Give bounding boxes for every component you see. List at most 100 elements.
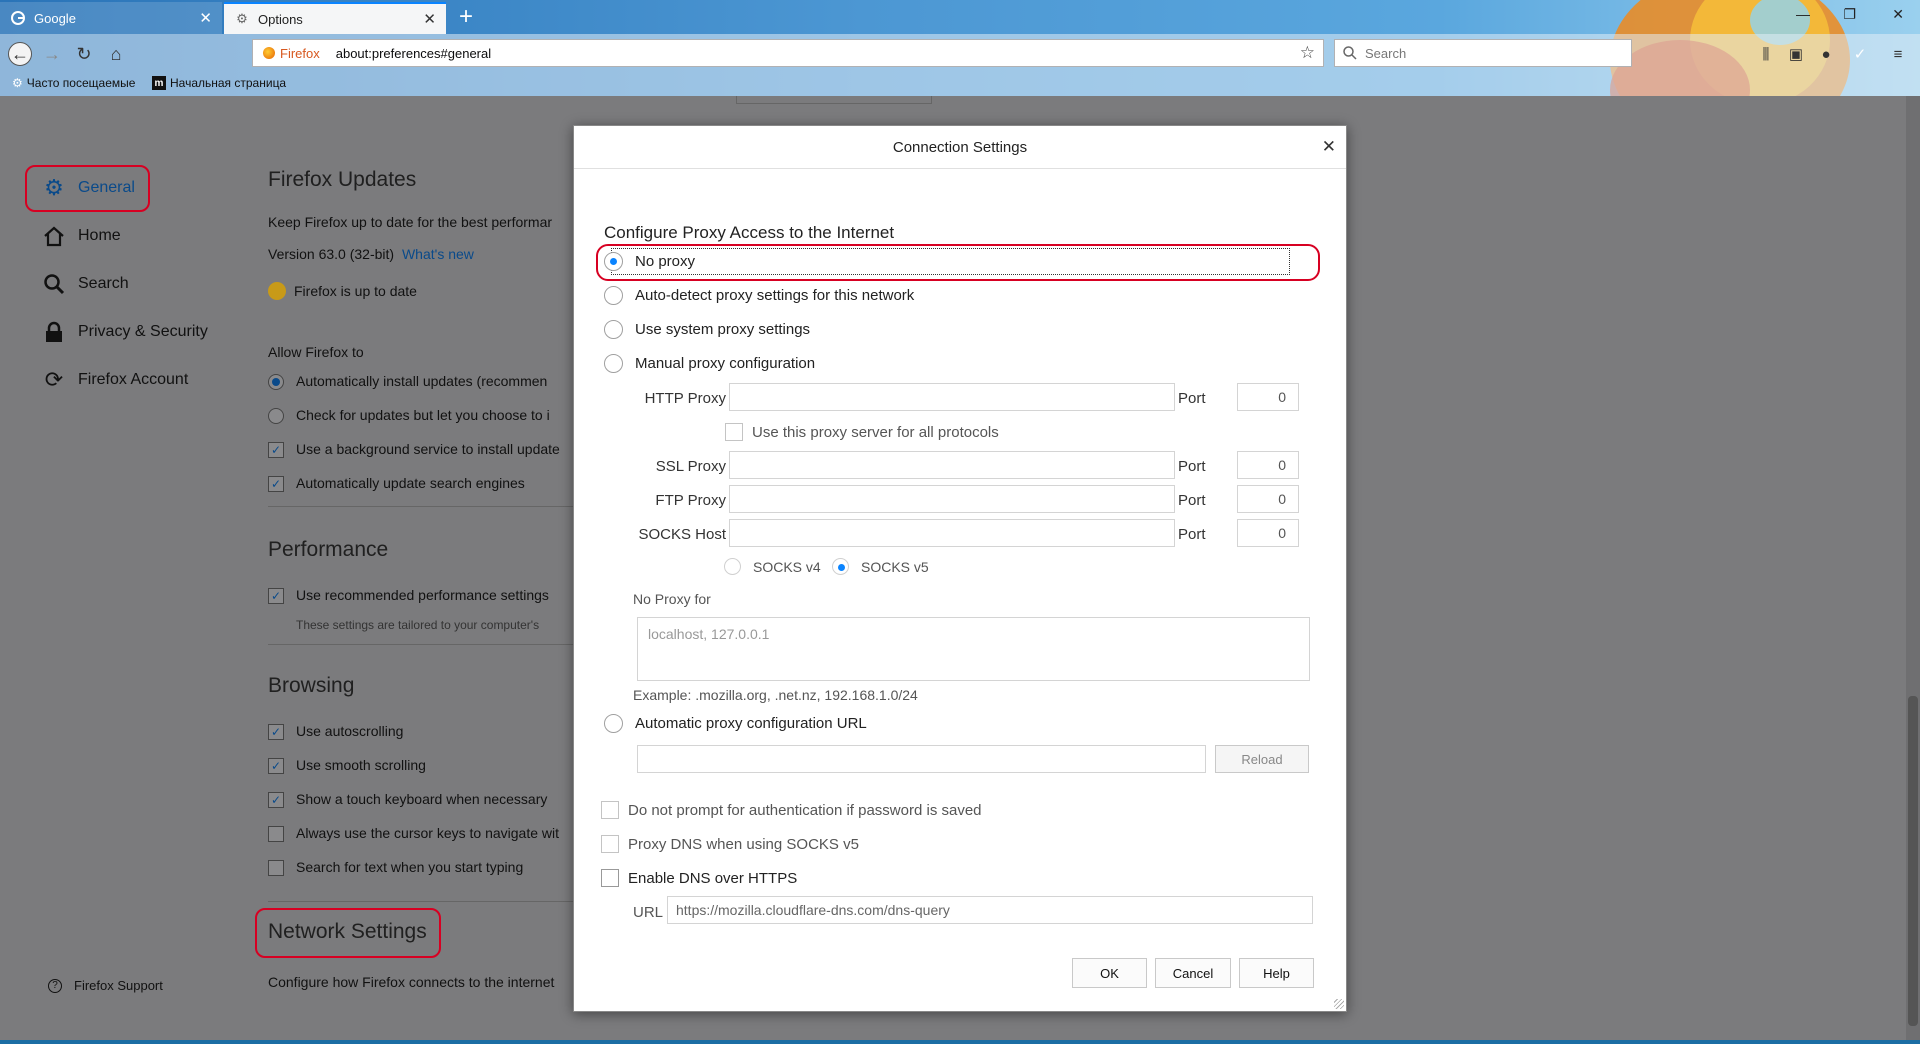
tab-title: Options (258, 11, 303, 27)
manual-proxy-radio[interactable] (604, 354, 623, 373)
dialog-titlebar: Connection Settings ✕ (574, 126, 1346, 169)
check-only-radio[interactable] (268, 408, 284, 424)
performance-note: These settings are tailored to your comp… (296, 618, 540, 632)
new-tab-button[interactable]: + (452, 2, 480, 32)
network-description: Configure how Firefox connects to the in… (268, 974, 555, 990)
extension-icon[interactable]: ● (1816, 44, 1836, 64)
http-port-field[interactable]: 0 (1237, 383, 1299, 411)
dns-over-https-checkbox[interactable] (601, 869, 619, 887)
auto-config-url-option[interactable]: Automatic proxy configuration URL (604, 714, 867, 733)
m-logo-icon: m (152, 76, 166, 90)
no-proxy-radio[interactable] (604, 252, 623, 271)
same-proxy-checkbox[interactable] (725, 423, 743, 441)
scrollbar-thumb[interactable] (1908, 696, 1918, 1026)
whats-new-link[interactable]: What's new (402, 246, 474, 262)
forward-button[interactable]: → (40, 42, 64, 66)
menu-icon[interactable]: ≡ (1888, 44, 1908, 64)
browser-chrome: Google ✕ ⚙ Options ✕ + — ❐ ✕ ← → ↻ ⌂ Fir… (0, 0, 1920, 96)
category-search[interactable]: Search (42, 272, 129, 296)
category-privacy[interactable]: Privacy & Security (42, 320, 208, 344)
socks-v4-option[interactable]: SOCKS v4 (724, 558, 821, 575)
system-proxy-option[interactable]: Use system proxy settings (604, 320, 810, 339)
socks-v5-radio[interactable] (832, 558, 849, 575)
category-home[interactable]: Home (42, 224, 121, 248)
bookmark-start-page[interactable]: m Начальная страница (152, 76, 286, 90)
proxy-heading: Configure Proxy Access to the Internet (604, 223, 895, 242)
search-input[interactable]: Search (1334, 39, 1632, 67)
bookmark-star-icon[interactable]: ☆ (1300, 43, 1315, 63)
ssl-port-field[interactable]: 0 (1237, 451, 1299, 479)
auto-detect-radio[interactable] (604, 286, 623, 305)
port-label: Port (1178, 492, 1206, 509)
reload-button[interactable]: Reload (1215, 745, 1309, 773)
page-scrollbar[interactable] (1906, 96, 1920, 1044)
auto-detect-label: Auto-detect proxy settings for this netw… (635, 287, 915, 304)
autoscroll-checkbox[interactable]: ✓ (268, 724, 284, 740)
address-bar[interactable]: Firefox about:preferences#general ☆ (252, 39, 1324, 67)
category-firefox-account[interactable]: ⟳ Firefox Account (42, 367, 189, 392)
smooth-scroll-checkbox[interactable]: ✓ (268, 758, 284, 774)
proxy-dns-checkbox[interactable] (601, 835, 619, 853)
auto-detect-option[interactable]: Auto-detect proxy settings for this netw… (604, 286, 914, 305)
tab-title: Google (34, 10, 76, 26)
no-proxy-for-field[interactable]: localhost, 127.0.0.1 (637, 617, 1310, 681)
gear-icon: ⚙ (44, 175, 64, 200)
home-button[interactable]: ⌂ (104, 42, 128, 66)
background-service-checkbox[interactable]: ✓ (268, 442, 284, 458)
minimize-icon[interactable]: — (1796, 6, 1810, 22)
socks-v5-option[interactable]: SOCKS v5 (832, 558, 929, 575)
reload-button[interactable]: ↻ (72, 42, 96, 66)
back-button[interactable]: ← (8, 42, 32, 66)
cancel-button[interactable]: Cancel (1155, 958, 1231, 988)
window-close-icon[interactable]: ✕ (1892, 6, 1904, 23)
allow-label: Allow Firefox to (268, 344, 364, 360)
auto-config-url-radio[interactable] (604, 714, 623, 733)
help-button[interactable]: Help (1239, 958, 1314, 988)
close-tab-icon[interactable]: ✕ (423, 10, 436, 28)
socks-v4-label: SOCKS v4 (753, 558, 821, 575)
ssl-proxy-label: SSL Proxy (655, 458, 726, 475)
cursor-keys-checkbox[interactable] (268, 826, 284, 842)
close-tab-icon[interactable]: ✕ (199, 9, 212, 27)
close-icon[interactable]: ✕ (1322, 137, 1336, 157)
ssl-proxy-field[interactable] (729, 451, 1175, 479)
section-divider (268, 644, 588, 645)
site-identity[interactable]: Firefox (263, 46, 320, 61)
search-icon (1343, 46, 1357, 60)
proxy-dns-label: Proxy DNS when using SOCKS v5 (628, 836, 859, 853)
no-proxy-option[interactable]: No proxy (604, 252, 695, 271)
library-icon[interactable]: ⫼ (1756, 44, 1776, 64)
manual-proxy-option[interactable]: Manual proxy configuration (604, 354, 815, 373)
ftp-port-field[interactable]: 0 (1237, 485, 1299, 513)
tab-google[interactable]: Google ✕ (0, 2, 222, 34)
url-text[interactable]: about:preferences#general (336, 46, 491, 61)
restore-icon[interactable]: ❐ (1843, 6, 1856, 23)
find-in-options-box[interactable] (736, 96, 932, 104)
system-proxy-radio[interactable] (604, 320, 623, 339)
bookmark-most-visited[interactable]: ⚙ Часто посещаемые (12, 76, 135, 90)
category-label: Privacy & Security (78, 323, 208, 340)
sidebar-icon[interactable]: ▣ (1786, 44, 1806, 64)
ftp-proxy-field[interactable] (729, 485, 1175, 513)
checkmark-extension-icon[interactable]: ✓ (1850, 44, 1870, 64)
socks-port-field[interactable]: 0 (1237, 519, 1299, 547)
tab-options[interactable]: ⚙ Options ✕ (224, 2, 446, 34)
doh-url-field[interactable]: https://mozilla.cloudflare-dns.com/dns-q… (667, 896, 1313, 924)
socks-v4-radio[interactable] (724, 558, 741, 575)
search-typing-checkbox[interactable] (268, 860, 284, 876)
category-general[interactable]: ⚙ General (42, 175, 135, 200)
auto-config-url-field[interactable] (637, 745, 1206, 773)
recommended-performance-label: Use recommended performance settings (296, 587, 549, 603)
google-g-icon (10, 10, 26, 26)
search-engines-checkbox[interactable]: ✓ (268, 476, 284, 492)
socks-host-field[interactable] (729, 519, 1175, 547)
resize-grip-icon[interactable] (1334, 999, 1344, 1009)
home-icon (42, 224, 66, 248)
recommended-performance-checkbox[interactable]: ✓ (268, 588, 284, 604)
no-auth-prompt-checkbox[interactable] (601, 801, 619, 819)
touch-keyboard-checkbox[interactable]: ✓ (268, 792, 284, 808)
firefox-support-link[interactable]: ? Firefox Support (48, 978, 163, 993)
http-proxy-field[interactable] (729, 383, 1175, 411)
auto-install-radio[interactable] (268, 374, 284, 390)
ok-button[interactable]: OK (1072, 958, 1147, 988)
